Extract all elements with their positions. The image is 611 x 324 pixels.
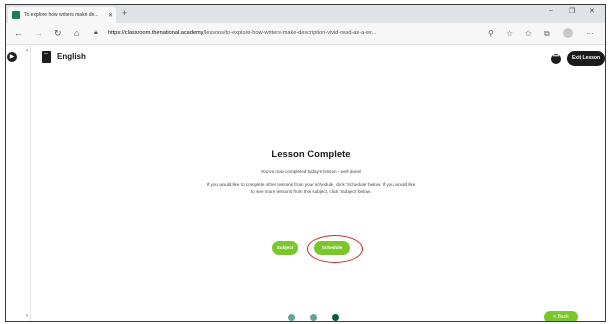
favorites-icon[interactable]: ✩: [525, 29, 532, 39]
scroll-down-icon[interactable]: ▼: [25, 313, 29, 318]
forward-icon[interactable]: →: [34, 28, 43, 38]
url-field[interactable]: https://classroom.thenational.academy/le…: [108, 30, 376, 36]
progress-dot[interactable]: [310, 314, 317, 321]
progress-dot-active[interactable]: [332, 314, 339, 321]
subject-title: English: [57, 52, 86, 61]
tab-bar: To explore how writers make de... ✕ + – …: [6, 5, 605, 23]
address-bar: ← → ↻ ⌂ 🔒︎ https://classroom.thenational…: [6, 23, 605, 45]
lock-icon[interactable]: 🔒︎: [94, 28, 98, 38]
browser-window: To explore how writers make de... ✕ + – …: [5, 4, 606, 322]
favorite-icon[interactable]: ☆: [506, 29, 513, 39]
instructions-message: If you would like to complete other less…: [206, 182, 416, 194]
progress-dots: [288, 314, 348, 321]
back-icon[interactable]: ←: [14, 28, 23, 38]
red-highlight-circle: [307, 235, 363, 263]
zoom-icon[interactable]: ⚲: [488, 29, 494, 39]
completion-message: You've now completed today's lesson - we…: [260, 169, 362, 174]
exit-lesson-button[interactable]: Exit Lesson: [567, 51, 605, 66]
lesson-complete-heading: Lesson Complete: [271, 149, 351, 160]
tab-active[interactable]: To explore how writers make de... ✕: [8, 7, 116, 23]
restore-button[interactable]: ❐: [569, 7, 575, 15]
back-button[interactable]: < Back: [544, 311, 578, 321]
scroll-up-icon[interactable]: ▲: [25, 47, 29, 52]
tab-close-icon[interactable]: ✕: [108, 12, 113, 19]
expand-sidebar-button[interactable]: ▶: [7, 52, 17, 62]
refresh-icon[interactable]: ↻: [54, 28, 62, 38]
minimize-button[interactable]: –: [549, 7, 553, 14]
subject-book-icon: [42, 51, 51, 63]
lesson-complete-panel: Lesson Complete You've now completed tod…: [186, 149, 436, 195]
tab-title: To explore how writers make de...: [24, 12, 99, 18]
profile-icon[interactable]: [563, 28, 573, 38]
new-tab-button[interactable]: +: [122, 8, 127, 18]
menu-icon[interactable]: ···: [586, 29, 594, 39]
close-window-button[interactable]: ✕: [589, 7, 595, 15]
subject-button[interactable]: Subject: [272, 241, 298, 255]
favicon-icon: [12, 11, 20, 19]
left-rail: ▶ ▲ ▼: [6, 45, 31, 321]
collections-icon[interactable]: ⧉: [544, 29, 550, 39]
lesson-page: ▶ ▲ ▼ English ••• Exit Lesson Lesson Com…: [6, 45, 605, 321]
progress-dot[interactable]: [288, 314, 295, 321]
home-icon[interactable]: ⌂: [74, 28, 79, 38]
more-options-button[interactable]: •••: [551, 54, 561, 64]
